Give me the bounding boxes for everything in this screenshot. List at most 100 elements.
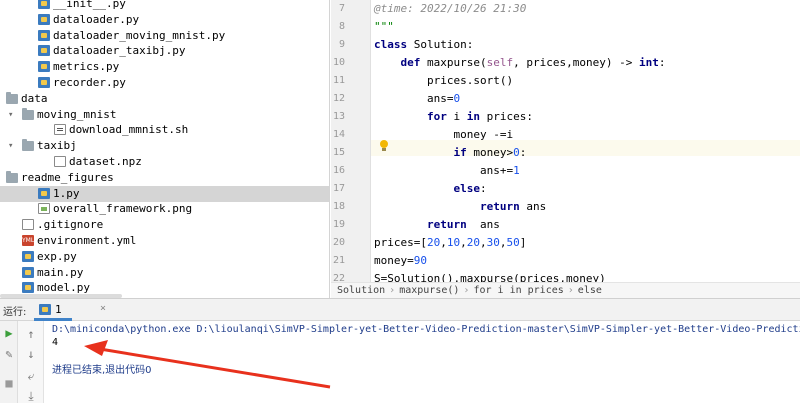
- tree-item-label: moving_mnist: [37, 108, 117, 121]
- code-line[interactable]: money -=i: [374, 127, 513, 143]
- line-number: 11: [332, 75, 345, 86]
- py-file-icon: [38, 188, 50, 199]
- run-console-toolbar: ↑ ↓ ⤶ ⤓: [18, 321, 44, 403]
- py-file-icon: [38, 45, 50, 56]
- tree-item[interactable]: dataset.npz: [0, 154, 329, 170]
- code-line[interactable]: """: [374, 19, 394, 35]
- chevron-down-icon[interactable]: ▾: [0, 91, 2, 107]
- code-line[interactable]: class Solution:: [374, 37, 473, 53]
- run-left-toolbar: ▶ ✎ ■: [0, 321, 18, 403]
- console-command-line: D:\miniconda\python.exe D:\lioulanqi\Sim…: [52, 324, 800, 335]
- breadcrumb-item[interactable]: for i in prices: [473, 285, 563, 296]
- code-line[interactable]: ans=0: [374, 91, 460, 107]
- wrench-icon[interactable]: ✎: [2, 347, 16, 361]
- line-number-gutter: 7891011121314151617181920212223: [331, 0, 371, 282]
- line-number: 7: [338, 3, 345, 14]
- py-file-icon: [22, 282, 34, 293]
- line-number: 20: [332, 237, 345, 248]
- tree-item-label: main.py: [37, 266, 84, 279]
- line-number: 17: [332, 183, 345, 194]
- code-line[interactable]: return ans: [374, 217, 500, 233]
- breadcrumb-item[interactable]: maxpurse(): [399, 285, 459, 296]
- code-line[interactable]: S=Solution().maxpurse(prices,money): [374, 271, 606, 282]
- line-number: 8: [338, 21, 345, 32]
- tree-item-label: recorder.py: [53, 76, 126, 89]
- code-line[interactable]: def maxpurse(self, prices,money) -> int:: [374, 55, 666, 71]
- editor-breadcrumb: Solution › maxpurse() › for i in prices › else: [331, 282, 800, 298]
- code-line[interactable]: ans+=1: [374, 163, 520, 179]
- tree-item[interactable]: overall_framework.png: [0, 201, 329, 217]
- breadcrumb-item[interactable]: else: [578, 285, 602, 296]
- folder-file-icon: [22, 139, 34, 151]
- line-number: 16: [332, 165, 345, 176]
- code-line[interactable]: for i in prices:: [374, 109, 533, 125]
- tree-item[interactable]: download_mmnist.sh: [0, 122, 329, 138]
- tree-item[interactable]: dataloader.py: [0, 12, 329, 28]
- folder-file-icon: [6, 171, 18, 183]
- line-number: 21: [332, 255, 345, 266]
- line-number: 14: [332, 129, 345, 140]
- close-tab-icon[interactable]: ×: [100, 303, 106, 314]
- rerun-icon[interactable]: ▶: [2, 326, 16, 340]
- yml-file-icon: YML: [22, 235, 35, 246]
- py-file-icon: [38, 61, 50, 72]
- code-line[interactable]: money=90: [374, 253, 427, 269]
- code-line[interactable]: @time: 2022/10/26 21:30: [374, 1, 526, 17]
- scroll-up-icon[interactable]: ↑: [24, 327, 38, 341]
- tree-item-label: metrics.py: [53, 60, 120, 73]
- tree-item-label: overall_framework.png: [53, 202, 193, 215]
- git-file-icon: [22, 219, 34, 230]
- tree-item[interactable]: ▾ moving_mnist: [0, 107, 329, 123]
- code-editor[interactable]: 7891011121314151617181920212223 @time: 2…: [331, 0, 800, 282]
- tree-item[interactable]: dataloader_moving_mnist.py: [0, 28, 329, 44]
- tree-item[interactable]: main.py: [0, 265, 329, 281]
- py-file-icon: [22, 267, 34, 278]
- tree-item[interactable]: dataloader_taxibj.py: [0, 43, 329, 59]
- code-line[interactable]: return ans: [374, 199, 546, 215]
- tree-item[interactable]: recorder.py: [0, 75, 329, 91]
- tree-item[interactable]: .gitignore: [0, 217, 329, 233]
- tree-item[interactable]: ▾ readme_figures: [0, 170, 329, 186]
- png-file-icon: [38, 203, 50, 214]
- tree-item[interactable]: 1.py: [0, 186, 329, 202]
- tree-item[interactable]: ▾ taxibj: [0, 138, 329, 154]
- scroll-to-end-icon[interactable]: ⤓: [24, 389, 38, 403]
- tree-item[interactable]: ▾ data: [0, 91, 329, 107]
- code-line[interactable]: prices=[20,10,20,30,50]: [374, 235, 526, 251]
- chevron-right-icon: ›: [567, 285, 574, 296]
- run-console-output[interactable]: D:\miniconda\python.exe D:\lioulanqi\Sim…: [44, 321, 800, 403]
- tree-item[interactable]: metrics.py: [0, 59, 329, 75]
- tree-item-label: dataloader_taxibj.py: [53, 44, 186, 57]
- tree-item[interactable]: YML environment.yml: [0, 233, 329, 249]
- chevron-down-icon[interactable]: ▾: [8, 138, 18, 154]
- scroll-down-icon[interactable]: ↓: [24, 347, 38, 361]
- tree-item-label: __init__.py: [53, 0, 126, 10]
- code-line[interactable]: if money>0:: [374, 145, 526, 161]
- chevron-right-icon: ›: [463, 285, 470, 296]
- stop-icon[interactable]: ■: [2, 376, 16, 390]
- run-tab-1[interactable]: 1 ×: [34, 299, 106, 321]
- line-number: 9: [338, 39, 345, 50]
- line-number: 19: [332, 219, 345, 230]
- tree-item-label: data: [21, 92, 48, 105]
- tree-item-label: dataset.npz: [69, 155, 142, 168]
- code-line[interactable]: else:: [374, 181, 486, 197]
- chevron-down-icon[interactable]: ▾: [8, 107, 18, 123]
- py-file-icon: [38, 30, 50, 41]
- code-line[interactable]: prices.sort(): [374, 73, 513, 89]
- chevron-down-icon[interactable]: ▾: [0, 170, 2, 186]
- line-number: 22: [332, 273, 345, 282]
- tree-item-label: exp.py: [37, 250, 77, 263]
- sh-file-icon: [54, 124, 66, 135]
- py-file-icon: [38, 14, 50, 25]
- breadcrumb-item[interactable]: Solution: [337, 285, 385, 296]
- tree-item[interactable]: __init__.py: [0, 0, 329, 12]
- project-tree-panel[interactable]: __init__.py dataloader.py dataloader_movin…: [0, 0, 330, 298]
- tree-item-label: .gitignore: [37, 218, 104, 231]
- console-exit-message: 进程已结束,退出代码0: [52, 365, 152, 376]
- tree-item-label: taxibj: [37, 139, 77, 152]
- soft-wrap-icon[interactable]: ⤶: [24, 369, 38, 383]
- ide-window: __init__.py dataloader.py dataloader_movin…: [0, 0, 800, 403]
- tree-item-label: readme_figures: [21, 171, 114, 184]
- tree-item[interactable]: exp.py: [0, 249, 329, 265]
